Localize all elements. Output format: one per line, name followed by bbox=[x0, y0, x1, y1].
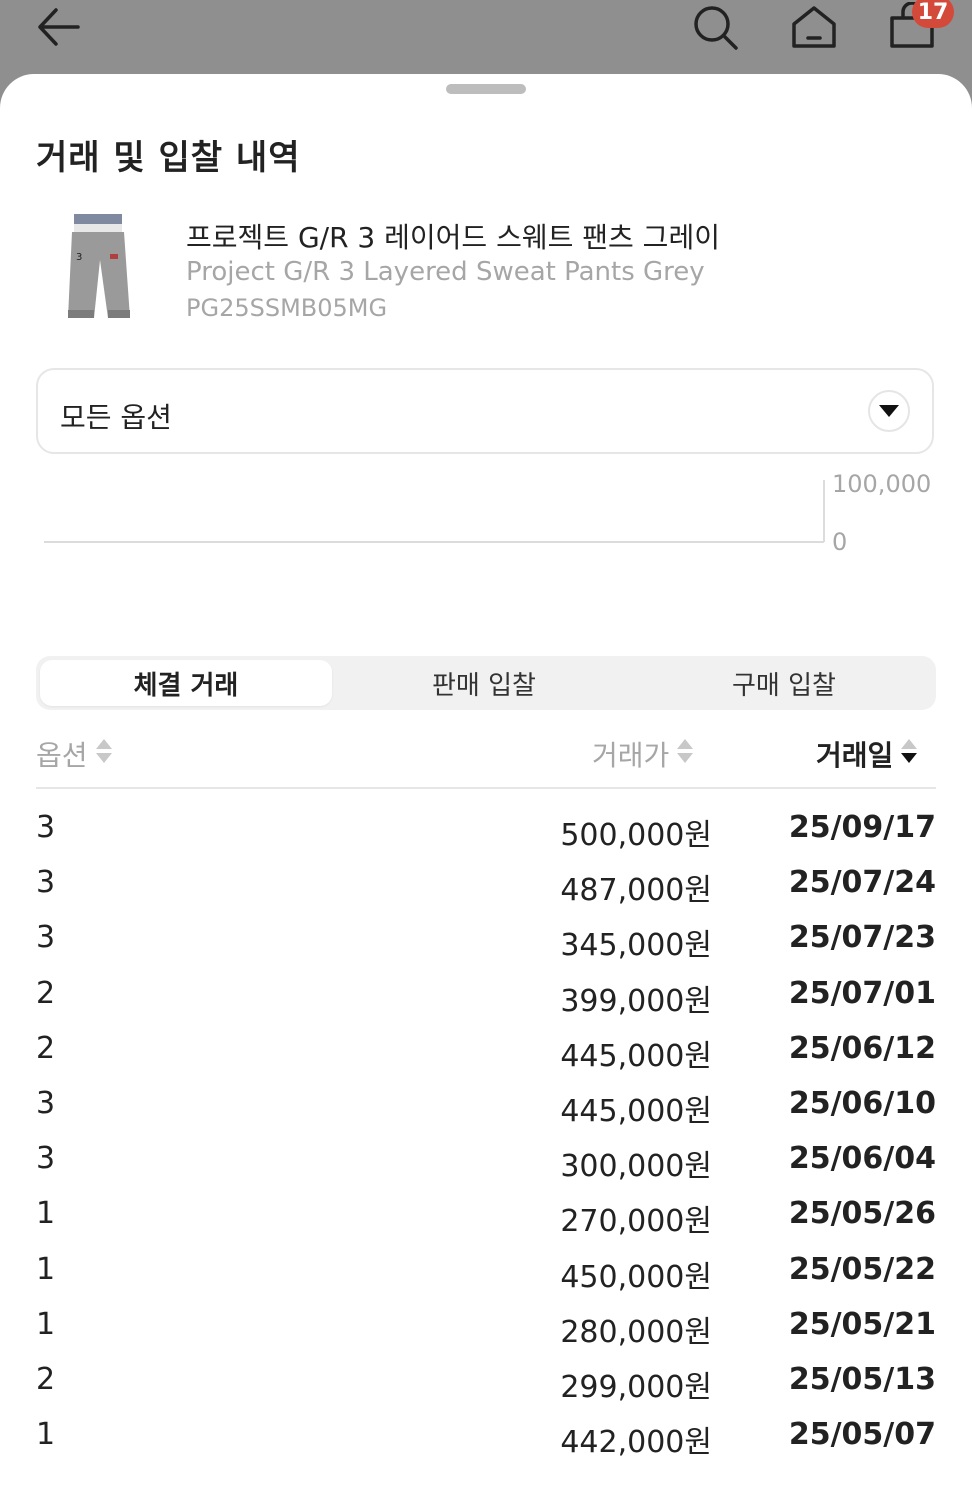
sheet-drag-handle[interactable] bbox=[446, 84, 526, 94]
row-date: 25/06/04 bbox=[788, 1141, 936, 1177]
row-date: 25/05/26 bbox=[788, 1196, 936, 1232]
row-price: 299,000원 bbox=[560, 1369, 712, 1405]
row-date: 25/06/12 bbox=[788, 1030, 936, 1066]
table-row: 2 399,000원 25/07/01 bbox=[0, 968, 972, 1023]
home-icon[interactable] bbox=[788, 2, 840, 56]
chart-y-tick-0: 0 bbox=[832, 528, 847, 556]
table-row: 3 345,000원 25/07/23 bbox=[0, 912, 972, 967]
table-row: 1 270,000원 25/05/26 bbox=[0, 1188, 972, 1243]
row-option: 2 bbox=[36, 975, 56, 1011]
row-option: 3 bbox=[36, 920, 56, 956]
row-date: 25/05/22 bbox=[788, 1251, 936, 1287]
sort-icon bbox=[675, 737, 695, 772]
row-option: 3 bbox=[36, 1085, 56, 1121]
row-option: 2 bbox=[36, 1030, 56, 1066]
table-row: 3 500,000원 25/09/17 bbox=[0, 802, 972, 857]
trade-type-tabs: 체결 거래 판매 입찰 구매 입찰 bbox=[36, 656, 936, 710]
chevron-down-icon bbox=[868, 390, 910, 432]
sort-descending-icon bbox=[899, 737, 919, 772]
table-row: 3 300,000원 25/06/04 bbox=[0, 1133, 972, 1188]
table-row: 2 445,000원 25/06/12 bbox=[0, 1023, 972, 1078]
row-price: 300,000원 bbox=[560, 1149, 712, 1185]
row-date: 25/05/13 bbox=[788, 1361, 936, 1397]
tab-sell-bids[interactable]: 판매 입찰 bbox=[338, 660, 630, 706]
row-option: 1 bbox=[36, 1251, 56, 1287]
chart-y-tick-100000: 100,000 bbox=[832, 474, 931, 498]
row-date: 25/07/23 bbox=[788, 920, 936, 956]
trade-list: 3 500,000원 25/09/17 3 487,000원 25/07/24 … bbox=[0, 802, 972, 1464]
option-dropdown[interactable]: 모든 옵션 bbox=[36, 368, 934, 454]
option-dropdown-value: 모든 옵션 bbox=[60, 401, 172, 434]
row-price: 450,000원 bbox=[560, 1259, 712, 1295]
table-row: 1 450,000원 25/05/22 bbox=[0, 1244, 972, 1299]
table-row: 1 442,000원 25/05/07 bbox=[0, 1409, 972, 1464]
tab-completed-trades[interactable]: 체결 거래 bbox=[40, 660, 332, 706]
row-option: 3 bbox=[36, 865, 56, 901]
row-date: 25/07/01 bbox=[788, 975, 936, 1011]
row-price: 445,000원 bbox=[560, 1093, 712, 1129]
top-navigation-bar: 17 bbox=[0, 0, 972, 74]
svg-text:3: 3 bbox=[76, 252, 82, 263]
row-price: 399,000원 bbox=[560, 983, 712, 1019]
row-date: 25/05/07 bbox=[788, 1417, 936, 1453]
row-price: 442,000원 bbox=[560, 1425, 712, 1461]
table-header: 옵션 거래가 거래일 bbox=[0, 726, 972, 788]
row-price: 345,000원 bbox=[560, 928, 712, 964]
price-chart: 100,000 0 bbox=[44, 474, 931, 556]
header-divider bbox=[36, 787, 936, 789]
header-date-label: 거래일 bbox=[816, 739, 894, 772]
row-price: 280,000원 bbox=[560, 1314, 712, 1350]
trade-history-sheet: 거래 및 입찰 내역 3 프로젝트 G/R 3 레이어드 스웨트 팬츠 그레이 … bbox=[0, 74, 972, 1500]
header-price-label: 거래가 bbox=[592, 739, 670, 772]
row-option: 1 bbox=[36, 1417, 56, 1453]
table-row: 3 487,000원 25/07/24 bbox=[0, 857, 972, 912]
sort-by-price[interactable]: 거래가 bbox=[592, 734, 695, 774]
header-option-label: 옵션 bbox=[36, 739, 88, 772]
table-row: 1 280,000원 25/05/21 bbox=[0, 1299, 972, 1354]
product-code: PG25SSMB05MG bbox=[186, 294, 388, 322]
row-price: 500,000원 bbox=[560, 818, 712, 853]
sort-icon bbox=[94, 737, 114, 772]
row-price: 487,000원 bbox=[560, 873, 712, 909]
row-date: 25/06/10 bbox=[788, 1085, 936, 1121]
row-price: 270,000원 bbox=[560, 1204, 712, 1240]
back-arrow-icon[interactable] bbox=[32, 2, 88, 56]
product-name-korean: 프로젝트 G/R 3 레이어드 스웨트 팬츠 그레이 bbox=[186, 221, 720, 254]
row-option: 3 bbox=[36, 1141, 56, 1177]
product-thumbnail: 3 bbox=[56, 214, 140, 326]
row-price: 445,000원 bbox=[560, 1038, 712, 1074]
product-name-english: Project G/R 3 Layered Sweat Pants Grey bbox=[186, 257, 705, 287]
sort-by-option[interactable]: 옵션 bbox=[36, 734, 114, 774]
row-date: 25/05/21 bbox=[788, 1306, 936, 1342]
row-option: 2 bbox=[36, 1361, 56, 1397]
sheet-title: 거래 및 입찰 내역 bbox=[36, 138, 301, 178]
cart-count-badge: 17 bbox=[912, 0, 954, 28]
row-option: 1 bbox=[36, 1196, 56, 1232]
row-option: 3 bbox=[36, 810, 56, 845]
row-option: 1 bbox=[36, 1306, 56, 1342]
row-date: 25/09/17 bbox=[788, 810, 936, 845]
search-icon[interactable] bbox=[690, 2, 742, 56]
table-row: 3 445,000원 25/06/10 bbox=[0, 1078, 972, 1133]
sort-by-date[interactable]: 거래일 bbox=[816, 734, 919, 774]
table-row: 2 299,000원 25/05/13 bbox=[0, 1354, 972, 1409]
tab-buy-bids[interactable]: 구매 입찰 bbox=[638, 660, 930, 706]
row-date: 25/07/24 bbox=[788, 865, 936, 901]
